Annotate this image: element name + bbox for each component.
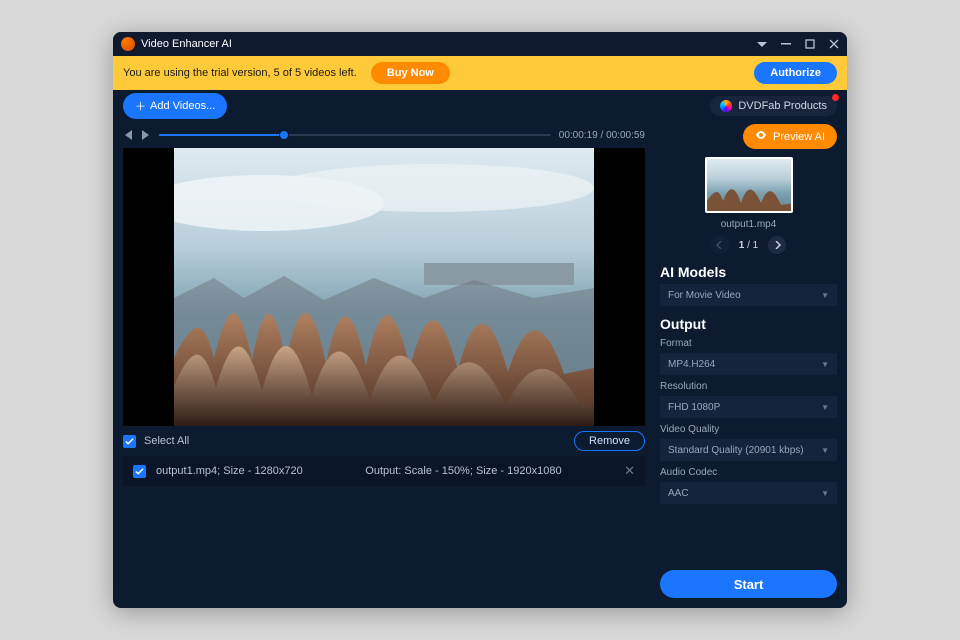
quality-label: Video Quality	[660, 424, 837, 435]
output-title: Output	[660, 316, 837, 332]
resolution-value: FHD 1080P	[668, 402, 720, 413]
playback-bar: 00:00:19 / 00:00:59	[123, 122, 655, 148]
queue-output-label: Output: Scale - 150%; Size - 1920x1080	[313, 465, 614, 477]
next-frame-button[interactable]	[141, 130, 151, 140]
start-button[interactable]: Start	[660, 570, 837, 598]
seek-thumb[interactable]	[279, 130, 289, 140]
quality-value: Standard Quality (20901 kbps)	[668, 445, 804, 456]
add-videos-label: Add Videos...	[150, 100, 215, 112]
format-label: Format	[660, 338, 837, 349]
titlebar: Video Enhancer AI	[113, 32, 847, 56]
notification-dot-icon	[832, 94, 839, 101]
add-videos-button[interactable]: ＋ Add Videos...	[123, 93, 227, 119]
pager-next-button[interactable]	[768, 236, 786, 254]
eye-icon	[755, 129, 767, 144]
queue-row[interactable]: output1.mp4; Size - 1280x720 Output: Sca…	[123, 456, 645, 486]
ai-model-select[interactable]: For Movie Video ▼	[660, 284, 837, 306]
pager-prev-button[interactable]	[711, 236, 729, 254]
format-select[interactable]: MP4.H264 ▼	[660, 353, 837, 375]
pager: 1 / 1	[660, 236, 837, 254]
app-logo-icon	[121, 37, 135, 51]
preview-ai-button[interactable]: Preview AI	[743, 124, 837, 149]
toolbar: ＋ Add Videos... DVDFab Products	[113, 90, 847, 122]
maximize-icon[interactable]	[805, 39, 815, 49]
trial-banner: You are using the trial version, 5 of 5 …	[113, 56, 847, 90]
thumbnail-area: output1.mp4	[660, 157, 837, 230]
chevron-down-icon: ▼	[821, 446, 829, 455]
codec-select[interactable]: AAC ▼	[660, 482, 837, 504]
trial-message: You are using the trial version, 5 of 5 …	[123, 67, 357, 79]
pager-text: 1 / 1	[739, 240, 758, 251]
quality-select[interactable]: Standard Quality (20901 kbps) ▼	[660, 439, 837, 461]
products-logo-icon	[720, 100, 732, 112]
queue-remove-icon[interactable]: ✕	[624, 463, 635, 479]
workspace: 00:00:19 / 00:00:59	[113, 122, 847, 608]
codec-value: AAC	[668, 488, 689, 499]
select-all-label: Select All	[144, 435, 189, 447]
video-preview[interactable]	[123, 148, 645, 426]
queue-file-label: output1.mp4; Size - 1280x720	[156, 465, 303, 477]
prev-frame-button[interactable]	[123, 130, 133, 140]
menu-icon[interactable]	[757, 39, 767, 49]
products-button[interactable]: DVDFab Products	[710, 96, 837, 116]
right-pane: Preview AI output1.mp4 1 / 1 AI Models F…	[655, 122, 847, 608]
time-total: 00:00:59	[606, 130, 645, 141]
ai-models-title: AI Models	[660, 264, 837, 280]
buy-now-button[interactable]: Buy Now	[371, 62, 450, 84]
queue-item-checkbox[interactable]	[133, 465, 146, 478]
select-all-checkbox[interactable]	[123, 435, 136, 448]
preview-image	[174, 148, 594, 426]
window-controls	[757, 39, 839, 49]
app-window: Video Enhancer AI You are using the tria…	[113, 32, 847, 608]
seek-fill	[159, 134, 284, 136]
close-icon[interactable]	[829, 39, 839, 49]
chevron-down-icon: ▼	[821, 360, 829, 369]
remove-button[interactable]: Remove	[574, 431, 645, 451]
seek-slider[interactable]	[159, 133, 551, 137]
time-current: 00:00:19	[559, 130, 598, 141]
thumbnail[interactable]	[705, 157, 793, 213]
chevron-down-icon: ▼	[821, 489, 829, 498]
chevron-down-icon: ▼	[821, 403, 829, 412]
app-title: Video Enhancer AI	[141, 38, 232, 50]
pager-total: 1	[753, 240, 759, 251]
codec-label: Audio Codec	[660, 467, 837, 478]
resolution-select[interactable]: FHD 1080P ▼	[660, 396, 837, 418]
thumbnail-label: output1.mp4	[721, 219, 777, 230]
ai-model-value: For Movie Video	[668, 290, 741, 301]
products-label: DVDFab Products	[738, 100, 827, 112]
resolution-label: Resolution	[660, 381, 837, 392]
minimize-icon[interactable]	[781, 39, 791, 49]
left-pane: 00:00:19 / 00:00:59	[113, 122, 655, 608]
select-row: Select All Remove	[123, 426, 655, 456]
format-value: MP4.H264	[668, 359, 715, 370]
authorize-button[interactable]: Authorize	[754, 62, 837, 84]
plus-icon: ＋	[135, 98, 146, 114]
chevron-down-icon: ▼	[821, 291, 829, 300]
preview-ai-label: Preview AI	[773, 131, 825, 143]
pager-current: 1	[739, 240, 745, 251]
timecode: 00:00:19 / 00:00:59	[559, 130, 645, 141]
